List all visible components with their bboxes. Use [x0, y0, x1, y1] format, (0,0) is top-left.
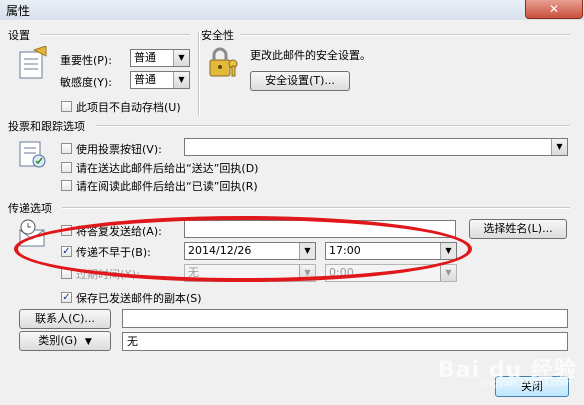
sensitivity-label: 敏感度(Y):	[60, 76, 113, 89]
use-voting-label: 使用投票按钮(V):	[76, 143, 162, 156]
expires-label: 过期时间(X):	[76, 268, 140, 281]
baidu-watermark-url: jingyan.baidu.com	[480, 378, 573, 389]
delivery-divider	[62, 207, 570, 209]
sensitivity-select[interactable]: 普通 ▼	[130, 71, 190, 89]
deliver-after-label: 传递不早于(B):	[76, 246, 151, 259]
sensitivity-value: 普通	[134, 73, 156, 86]
deliver-after-date-value: 2014/12/26	[188, 244, 252, 257]
voting-divider	[96, 125, 570, 127]
importance-value: 普通	[134, 51, 156, 64]
reply-to-label: 将答复发送给(A):	[76, 225, 162, 238]
delivery-clock-icon	[19, 219, 45, 247]
deliver-after-time-select[interactable]: 17:00 ▼	[325, 242, 457, 260]
window-close-button[interactable]: ✕	[525, 0, 583, 19]
save-copy-checkbox[interactable]: ✓	[61, 292, 72, 303]
chevron-down-icon[interactable]: ▼	[173, 72, 189, 88]
voting-buttons-select[interactable]: ▼	[184, 138, 568, 156]
security-description: 更改此邮件的安全设置。	[250, 49, 371, 62]
expires-checkbox[interactable]	[61, 268, 72, 279]
deliver-after-checkbox[interactable]: ✓	[61, 246, 72, 257]
delivery-group-label: 传递选项	[8, 202, 52, 215]
security-divider	[240, 34, 570, 36]
security-settings-button[interactable]: 安全设置(T)...	[250, 71, 350, 91]
tracking-icon	[19, 141, 46, 168]
categories-button[interactable]: 类别(G) ▼	[19, 331, 111, 351]
use-voting-checkbox[interactable]	[61, 143, 72, 154]
chevron-down-icon[interactable]: ▼	[299, 265, 315, 281]
settings-group-label: 设置	[8, 29, 30, 42]
chevron-down-icon[interactable]: ▼	[440, 265, 456, 281]
read-receipt-checkbox[interactable]	[61, 180, 72, 191]
categories-value: 无	[127, 335, 138, 348]
chevron-down-icon[interactable]: ▼	[173, 50, 189, 66]
no-autoarchive-label: 此项目不自动存档(U)	[76, 101, 181, 114]
close-icon: ✕	[548, 2, 560, 16]
categories-input[interactable]: 无	[122, 332, 568, 351]
expires-time-select[interactable]: 0:00 ▼	[325, 264, 457, 282]
window-title: 属性	[6, 4, 31, 18]
importance-label: 重要性(P):	[60, 54, 112, 67]
expires-date-value: 无	[188, 266, 199, 279]
lock-key-icon	[209, 47, 238, 77]
deliver-after-time-value: 17:00	[329, 244, 361, 257]
title-bar	[0, 0, 584, 20]
message-settings-icon	[19, 46, 47, 79]
delivery-receipt-label: 请在送达此邮件后给出“送达”回执(D)	[76, 162, 259, 175]
deliver-after-date-select[interactable]: 2014/12/26 ▼	[184, 242, 316, 260]
reply-to-checkbox[interactable]	[61, 225, 72, 236]
chevron-down-icon[interactable]: ▼	[440, 243, 456, 259]
read-receipt-label: 请在阅读此邮件后给出“已读”回执(R)	[76, 180, 258, 193]
group-separator	[198, 32, 200, 116]
save-copy-label: 保存已发送邮件的副本(S)	[76, 292, 202, 305]
no-autoarchive-checkbox[interactable]	[61, 101, 72, 112]
expires-time-value: 0:00	[329, 266, 354, 279]
importance-select[interactable]: 普通 ▼	[130, 49, 190, 67]
contacts-input[interactable]	[122, 309, 568, 328]
settings-divider	[40, 34, 190, 36]
categories-button-label: 类别(G)	[38, 334, 78, 347]
security-group-label: 安全性	[201, 29, 234, 42]
reply-to-input[interactable]	[184, 220, 456, 238]
chevron-down-icon[interactable]: ▼	[551, 139, 567, 155]
chevron-down-icon[interactable]: ▼	[299, 243, 315, 259]
select-names-button[interactable]: 选择姓名(L)...	[469, 219, 567, 239]
delivery-receipt-checkbox[interactable]	[61, 162, 72, 173]
contacts-button[interactable]: 联系人(C)...	[19, 309, 111, 329]
chevron-down-icon: ▼	[84, 337, 92, 347]
voting-group-label: 投票和跟踪选项	[8, 120, 85, 133]
expires-date-select[interactable]: 无 ▼	[184, 264, 316, 282]
